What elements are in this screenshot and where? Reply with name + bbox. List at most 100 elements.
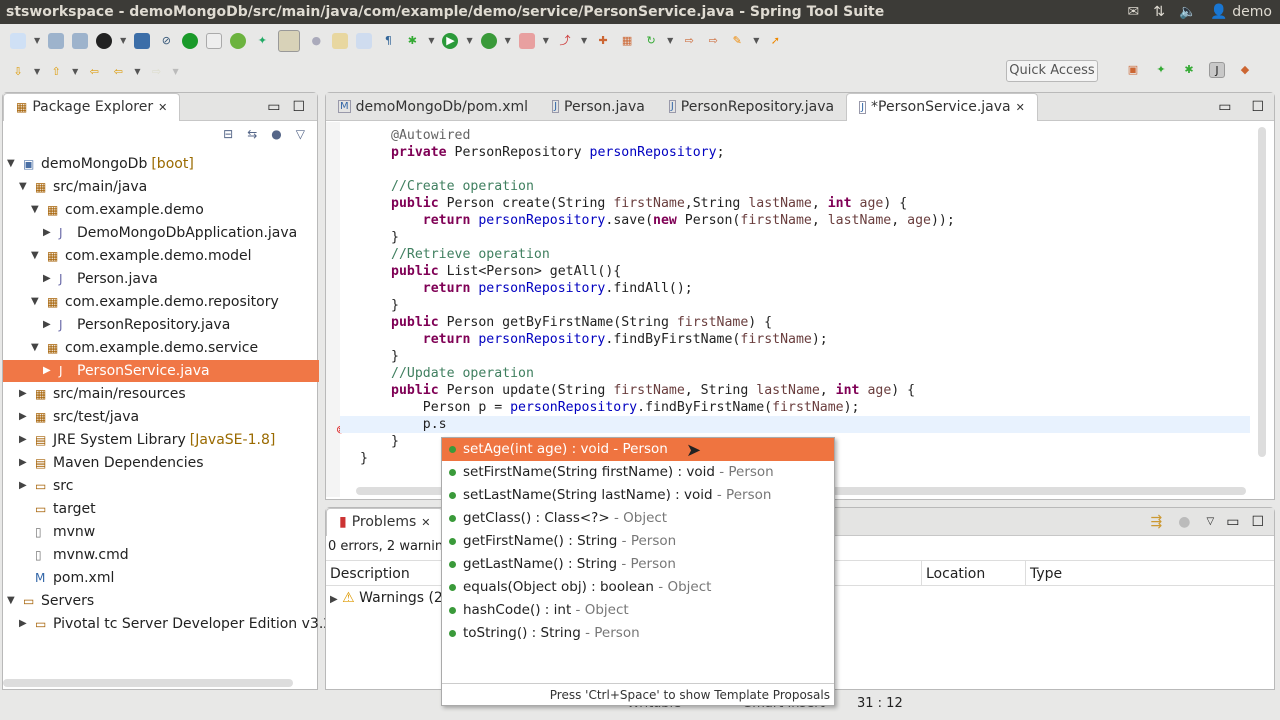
proposal-item[interactable]: hashCode() : int - Object (442, 599, 834, 622)
back-icon[interactable]: ⇦ (110, 64, 126, 80)
expand-toggle-icon[interactable]: ▶ (19, 429, 31, 451)
proposal-item[interactable]: toString() : String - Person (442, 622, 834, 645)
spring-perspective-icon[interactable]: ✦ (1153, 62, 1169, 78)
editor-tab[interactable]: J *PersonService.java ✕ (846, 92, 1038, 121)
maximize-icon[interactable]: ☐ (1251, 514, 1264, 530)
link-editor-icon[interactable]: ⇆ (247, 127, 257, 143)
expand-toggle-icon[interactable]: ▼ (7, 153, 19, 175)
proposal-item[interactable]: equals(Object obj) : boolean - Object (442, 576, 834, 599)
tab-problems[interactable]: ▮ Problems ✕ (326, 507, 444, 536)
expand-toggle-icon[interactable]: ▼ (31, 245, 43, 267)
save-icon[interactable] (48, 32, 65, 49)
expand-toggle-icon[interactable]: ▶ (19, 452, 31, 474)
new-java-project-icon[interactable]: ✚ (595, 33, 611, 49)
tree-item[interactable]: ▶ J PersonService.java (3, 360, 319, 382)
profile-dropdown[interactable]: ▼ (120, 36, 126, 45)
expand-toggle-icon[interactable]: ▼ (31, 199, 43, 221)
proposal-item[interactable]: setFirstName(String firstName) : void - … (442, 461, 834, 484)
debug-icon[interactable]: ✱ (404, 33, 420, 49)
open-type-icon[interactable]: ✦ (254, 33, 270, 49)
open-task-icon[interactable]: ⇨ (705, 33, 721, 49)
git-perspective-icon[interactable]: ◆ (1237, 62, 1253, 78)
stop-icon[interactable] (518, 32, 535, 49)
block-selection-icon[interactable] (356, 32, 373, 49)
tab-package-explorer[interactable]: ▦ Package Explorer ✕ (3, 92, 181, 121)
collapse-all-icon[interactable]: ⊟ (223, 127, 233, 143)
open-perspective-button-icon[interactable]: ▣ (1125, 62, 1141, 78)
java-perspective-icon[interactable]: J (1209, 62, 1225, 78)
prev-edit-icon[interactable]: ⇧ (48, 64, 64, 80)
expand-toggle-icon[interactable]: ▶ (19, 383, 31, 405)
close-icon[interactable]: ✕ (421, 516, 430, 529)
tree-item[interactable]: ▭ target (19, 498, 96, 520)
column-type[interactable]: Type (1026, 561, 1062, 585)
tree-item[interactable]: ▶ ▭ src (19, 475, 73, 497)
horizontal-scrollbar[interactable] (3, 679, 293, 687)
tree-item[interactable]: ▼ ▭ Servers (7, 590, 94, 612)
tree-item[interactable]: ▯ mvnw.cmd (19, 544, 129, 566)
tree-item[interactable]: ▼ ▦ com.example.demo.service (31, 337, 258, 359)
proposal-item[interactable]: getLastName() : String - Person (442, 553, 834, 576)
forward-icon[interactable]: ⇨ (148, 64, 164, 80)
expand-toggle-icon[interactable]: ▼ (19, 176, 31, 198)
filter-icon[interactable]: ● (1178, 514, 1190, 530)
tree-item[interactable]: ▶ ▦ src/test/java (19, 406, 139, 428)
relaunch-icon[interactable]: ⤴ (557, 33, 573, 49)
proposal-item[interactable]: setLastName(String lastName) : void - Pe… (442, 484, 834, 507)
tree-item[interactable]: ▶ ▭ Pivotal tc Server Developer Edition v3… (19, 613, 337, 635)
view-menu-icon[interactable]: ▽ (1207, 516, 1215, 527)
profile-icon[interactable] (96, 32, 113, 49)
proposal-item[interactable]: setAge(int age) : void - Person (442, 438, 834, 461)
external-dropdown[interactable]: ▼ (505, 36, 511, 45)
toggle-mark-occurrences-icon[interactable] (278, 29, 301, 52)
template-proposals-hint[interactable]: Press 'Ctrl+Space' to show Template Prop… (442, 683, 834, 705)
tree-item[interactable]: ▼ ▦ com.example.demo (31, 199, 204, 221)
focus-icon[interactable]: ● (271, 127, 281, 143)
editor-tab[interactable]: J PersonRepository.java (657, 93, 846, 121)
debug-dropdown[interactable]: ▼ (428, 36, 434, 45)
expand-toggle-icon[interactable]: ▶ (19, 406, 31, 428)
tree-item[interactable]: ▼ ▦ com.example.demo.model (31, 245, 252, 267)
tree-item[interactable]: ▶ ▤ Maven Dependencies (19, 452, 204, 474)
run-external-icon[interactable] (480, 32, 497, 49)
minimize-icon[interactable]: ▭ (1218, 99, 1231, 115)
tree-item[interactable]: ▶ J Person.java (43, 268, 158, 290)
expand-toggle-icon[interactable]: ▶ (43, 360, 55, 382)
user-menu[interactable]: 👤 demo (1210, 4, 1272, 20)
minimize-icon[interactable]: ▭ (267, 99, 280, 115)
tree-item[interactable]: Mpom.xml (19, 567, 114, 589)
forward-dropdown[interactable]: ▼ (172, 67, 178, 76)
editor-tab[interactable]: MdemoMongoDb/pom.xml (326, 93, 540, 121)
new-package-icon[interactable]: ▦ (619, 33, 635, 49)
next-dropdown[interactable]: ▼ (34, 67, 40, 76)
debug-perspective-icon[interactable]: ✱ (1181, 62, 1197, 78)
maximize-icon[interactable]: ☐ (292, 99, 305, 115)
last-edit-location-icon[interactable]: ⇦ (86, 64, 102, 80)
close-icon[interactable]: ✕ (1016, 101, 1025, 114)
expand-toggle-icon[interactable]: ▶ (19, 475, 31, 497)
tree-item[interactable]: ▯ mvnw (19, 521, 95, 543)
prev-dropdown[interactable]: ▼ (72, 67, 78, 76)
new-dropdown[interactable]: ▼ (34, 36, 40, 45)
expand-icon[interactable]: ▶ (330, 594, 338, 605)
search-dropdown[interactable]: ▼ (753, 36, 759, 45)
expand-toggle-icon[interactable]: ▼ (31, 337, 43, 359)
boot-dashboard-icon[interactable] (182, 32, 199, 49)
mail-icon[interactable]: ✉ (1128, 4, 1140, 20)
open-folder-icon[interactable]: ⇨ (681, 33, 697, 49)
show-whitespace-icon[interactable]: ¶ (380, 33, 396, 49)
next-annotation-icon[interactable] (332, 32, 349, 49)
expand-toggle-icon[interactable]: ▼ (31, 291, 43, 313)
editor-vscrollbar[interactable] (1258, 127, 1266, 457)
tree-item[interactable]: ▼ ▦ com.example.demo.repository (31, 291, 279, 313)
proposal-item[interactable]: getFirstName() : String - Person (442, 530, 834, 553)
tree-item[interactable]: ▼ ▣ demoMongoDb [boot] (7, 153, 194, 175)
new-icon[interactable] (10, 32, 26, 49)
focus-on-active-icon[interactable]: ⇶ (1151, 514, 1163, 530)
tree-item[interactable]: ▶ J PersonRepository.java (43, 314, 230, 336)
view-menu-icon[interactable]: ▽ (296, 127, 305, 143)
refresh-icon[interactable]: ↻ (643, 33, 659, 49)
open-perspective-icon[interactable]: ➚ (767, 33, 783, 49)
expand-toggle-icon[interactable]: ▶ (43, 222, 55, 244)
quick-access-input[interactable]: Quick Access (1006, 60, 1098, 82)
